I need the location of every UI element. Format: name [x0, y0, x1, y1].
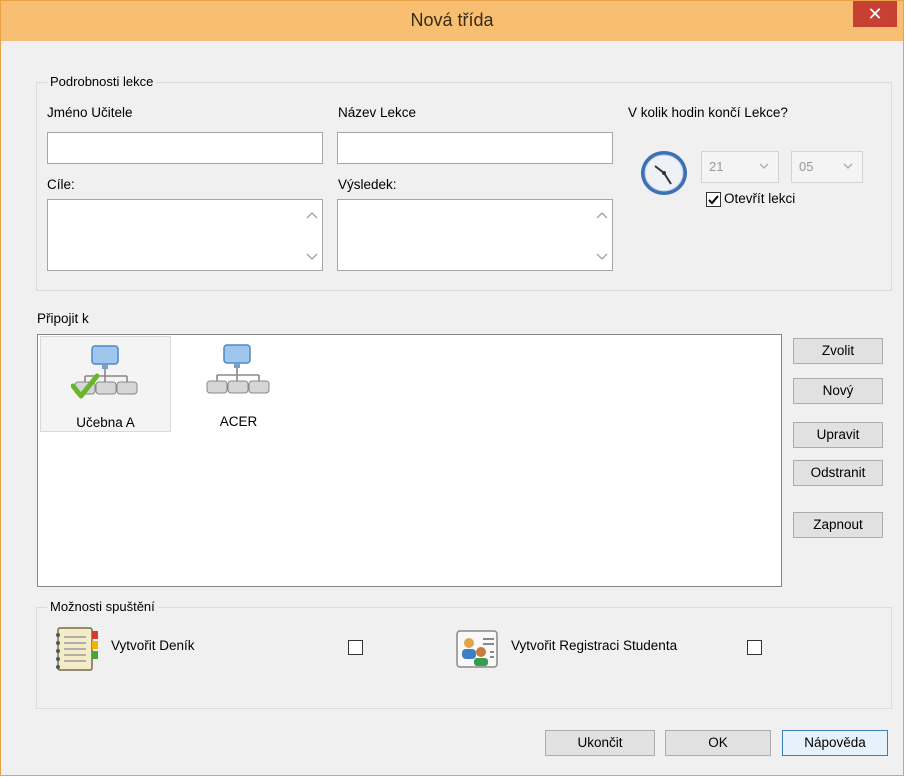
- enable-button[interactable]: Zapnout: [793, 512, 883, 538]
- scroll-down-icon[interactable]: [306, 252, 318, 262]
- list-item-ucebna-a[interactable]: Učebna A: [40, 336, 171, 432]
- diary-icon: [56, 627, 98, 671]
- lesson-details-group-label: Podrobnosti lekce: [47, 74, 157, 89]
- create-diary-label: Vytvořit Deník: [111, 638, 195, 653]
- hour-value: 21: [709, 159, 724, 174]
- clock-icon: [641, 151, 687, 195]
- scroll-up-icon[interactable]: [596, 210, 608, 220]
- list-item-acer[interactable]: ACER: [173, 336, 304, 432]
- goals-label: Cíle:: [47, 177, 75, 192]
- minute-select[interactable]: 05: [791, 151, 863, 183]
- lesson-name-input[interactable]: [337, 132, 613, 164]
- end-time-label: V kolik hodin končí Lekce?: [628, 105, 788, 120]
- create-registration-checkbox[interactable]: [747, 640, 762, 655]
- hour-select[interactable]: 21: [701, 151, 779, 183]
- goals-textarea[interactable]: [47, 199, 323, 271]
- network-icon: [206, 344, 270, 394]
- open-lesson-label[interactable]: Otevřít lekci: [724, 191, 795, 206]
- help-button[interactable]: Nápověda: [782, 730, 888, 756]
- create-diary-checkbox[interactable]: [348, 640, 363, 655]
- minute-value: 05: [799, 159, 814, 174]
- ok-button[interactable]: OK: [665, 730, 771, 756]
- new-class-dialog: Nová třída ✕ Podrobnosti lekce Jméno Uči…: [0, 0, 904, 776]
- chevron-down-icon: [759, 163, 769, 169]
- scroll-up-icon[interactable]: [306, 210, 318, 220]
- result-textarea[interactable]: [337, 199, 613, 271]
- new-button[interactable]: Nový: [793, 378, 883, 404]
- open-lesson-checkbox[interactable]: [706, 192, 721, 207]
- window-title: Nová třída: [410, 10, 494, 30]
- exit-button[interactable]: Ukončit: [545, 730, 655, 756]
- student-registration-icon: [456, 630, 498, 668]
- scroll-down-icon[interactable]: [596, 252, 608, 262]
- edit-button[interactable]: Upravit: [793, 422, 883, 448]
- teacher-name-input[interactable]: [47, 132, 323, 164]
- network-check-icon: [71, 345, 138, 399]
- list-item-label: Učebna A: [76, 415, 135, 430]
- list-item-label: ACER: [219, 414, 258, 429]
- close-button[interactable]: ✕: [853, 1, 897, 27]
- lesson-name-label: Název Lekce: [338, 105, 417, 120]
- select-button[interactable]: Zvolit: [793, 338, 883, 364]
- room-list[interactable]: Učebna A ACER: [37, 334, 782, 587]
- create-registration-label: Vytvořit Registraci Studenta: [511, 638, 678, 653]
- startup-options-group-label: Možnosti spuštění: [47, 599, 158, 614]
- title-bar: Nová třída ✕: [1, 1, 903, 41]
- connect-to-label: Připojit k: [37, 311, 89, 326]
- chevron-down-icon: [843, 163, 853, 169]
- teacher-name-label: Jméno Učitele: [47, 105, 133, 120]
- result-label: Výsledek:: [338, 177, 397, 192]
- checkmark-icon: [708, 195, 719, 205]
- remove-button[interactable]: Odstranit: [793, 460, 883, 486]
